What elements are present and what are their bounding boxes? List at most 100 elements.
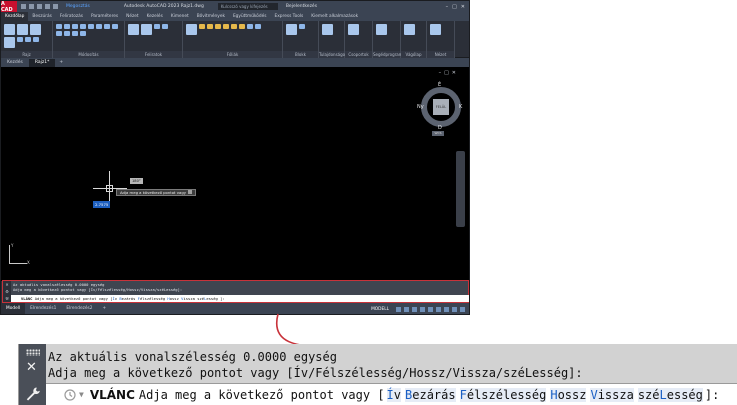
polyline-icon[interactable] [17, 24, 28, 35]
command-option[interactable]: Bezárás [119, 296, 135, 301]
command-input[interactable]: VLÁNC Adja meg a következő pontot vagy [… [11, 295, 469, 302]
command-option[interactable]: Ív [112, 296, 117, 301]
panel-caption[interactable]: Fóliák [183, 51, 282, 58]
layout-tab-model[interactable]: Modell [1, 303, 26, 314]
command-option[interactable]: Hossz [550, 387, 587, 402]
layer-icon[interactable] [207, 24, 213, 29]
command-option[interactable]: széLesség [197, 296, 218, 301]
text-icon[interactable] [128, 24, 139, 35]
layout-tab-1[interactable]: Elrendezés1 [25, 303, 61, 314]
osnap-icon[interactable] [428, 306, 433, 312]
layer-icon[interactable] [199, 24, 205, 29]
properties-icon[interactable] [322, 24, 333, 35]
viewcube-face[interactable]: FELÜL [433, 99, 449, 115]
model-space-button[interactable]: MODELL [371, 307, 389, 312]
menu-icon[interactable] [460, 306, 465, 312]
new-tab-plus-icon[interactable]: + [55, 59, 67, 67]
rectangle-icon[interactable] [17, 37, 23, 42]
scale-icon[interactable] [64, 31, 70, 36]
layer-icon[interactable] [239, 24, 245, 29]
panel-caption[interactable]: Tulajdonságok [319, 51, 347, 58]
command-option[interactable]: Vissza [590, 387, 634, 402]
compass-north[interactable]: É [438, 82, 441, 88]
compass-east[interactable]: K [459, 104, 462, 110]
ortho-icon[interactable] [412, 306, 417, 312]
ribbon-tab[interactable]: Kezdőlap [1, 12, 29, 21]
layer-properties-icon[interactable] [186, 24, 197, 35]
layer-icon[interactable] [231, 24, 237, 29]
maximize-icon[interactable]: □ [452, 4, 457, 10]
chevron-down-icon[interactable]: ▼ [79, 390, 84, 399]
panel-caption[interactable]: Csoportok [345, 51, 372, 58]
ribbon-tab[interactable]: Kiemelt alkalmazások [307, 12, 362, 21]
ribbon-tab[interactable]: Nézet [122, 12, 142, 21]
copy-icon[interactable] [88, 24, 94, 29]
layer-icon[interactable] [223, 24, 229, 29]
panel-caption[interactable]: Blokk [283, 51, 318, 58]
ribbon-tab[interactable]: Express Tools [271, 12, 308, 21]
ribbon-tab[interactable]: Kezelés [143, 12, 167, 21]
viewport-window-controls[interactable]: –□✕ [439, 70, 459, 76]
move-icon[interactable] [56, 24, 62, 29]
command-input[interactable]: ▼ VLÁNC Adja meg a következő pontot vagy… [46, 383, 737, 405]
layer-icon[interactable] [215, 24, 221, 29]
explode-icon[interactable] [112, 24, 118, 29]
app-menu-button[interactable]: A CAD [1, 1, 17, 13]
layer-icon[interactable] [255, 24, 261, 29]
command-option[interactable]: Félszélesség [138, 296, 165, 301]
panel-caption[interactable]: Rajz [1, 51, 52, 58]
wcs-menu[interactable]: WCS [432, 131, 444, 136]
clipboard-icon[interactable] [404, 24, 415, 35]
measure-icon[interactable] [376, 24, 387, 35]
file-tab-drawing[interactable]: Rajz1* [28, 59, 56, 67]
offset-icon[interactable] [80, 31, 86, 36]
ribbon-tab[interactable]: Együttműködés [229, 12, 271, 21]
customize-icon[interactable]: ⚙ [3, 288, 11, 295]
close-icon[interactable]: ✕ [461, 4, 465, 10]
save-icon[interactable] [37, 4, 42, 9]
drawing-area[interactable]: –□✕ FELÜL É D Ny K WCS 180° Adja meg a k… [1, 67, 469, 281]
leader-icon[interactable] [154, 24, 160, 29]
ribbon-tab[interactable]: Paraméteres [87, 12, 122, 21]
viewcube[interactable]: FELÜL É D Ny K [417, 82, 463, 131]
add-layout-plus-icon[interactable]: + [98, 303, 112, 314]
dynamic-input-field[interactable]: 2.7575 [93, 201, 111, 208]
snap-icon[interactable] [404, 306, 409, 312]
command-option[interactable]: Félszélesség [459, 387, 547, 402]
panel-caption[interactable]: Feliratok [125, 51, 182, 58]
undo-icon[interactable] [45, 4, 50, 9]
command-option[interactable]: Hossz [167, 296, 178, 301]
panel-caption[interactable]: Nézet [427, 51, 454, 58]
arc-icon[interactable] [4, 37, 15, 48]
panel-caption[interactable]: Módosítás [53, 51, 124, 58]
search-input[interactable]: Kulcsszó vagy kifejezés [217, 3, 278, 10]
minimize-icon[interactable]: – [446, 4, 449, 10]
table-icon[interactable] [162, 24, 168, 29]
command-option[interactable]: széLesség [637, 387, 703, 402]
ribbon-tab[interactable]: Beszúrás [28, 12, 55, 21]
rotate-icon[interactable] [64, 24, 70, 29]
fillet-icon[interactable] [104, 24, 110, 29]
workspace-icon[interactable] [444, 306, 449, 312]
line-icon[interactable] [4, 24, 15, 35]
insert-block-icon[interactable] [286, 24, 297, 35]
block-icon[interactable] [299, 24, 305, 29]
compass-west[interactable]: Ny [417, 104, 424, 110]
ribbon-tab[interactable]: Bővítmények [193, 12, 229, 21]
panel-caption[interactable]: Vágólap [401, 51, 426, 58]
sign-in-button[interactable]: Bejelentkezés [286, 4, 317, 9]
layout-tab-2[interactable]: Elrendezés2 [61, 303, 97, 314]
close-icon[interactable]: ✕ [3, 281, 11, 288]
annotation-scale-icon[interactable] [436, 306, 441, 312]
recent-commands-icon[interactable] [63, 388, 77, 402]
view-icon[interactable] [430, 24, 441, 35]
mirror-icon[interactable] [96, 24, 102, 29]
wrench-icon[interactable]: ⚒ [3, 295, 11, 302]
share-button[interactable]: Megosztás [66, 4, 90, 9]
close-icon[interactable]: ✕ [26, 361, 37, 374]
ribbon-tab[interactable]: Feliratozás [56, 12, 87, 21]
file-tab-start[interactable]: Kezdés [1, 59, 29, 67]
hatch-icon[interactable] [25, 37, 31, 42]
new-icon[interactable] [21, 4, 26, 9]
grip-icon[interactable] [26, 349, 40, 356]
